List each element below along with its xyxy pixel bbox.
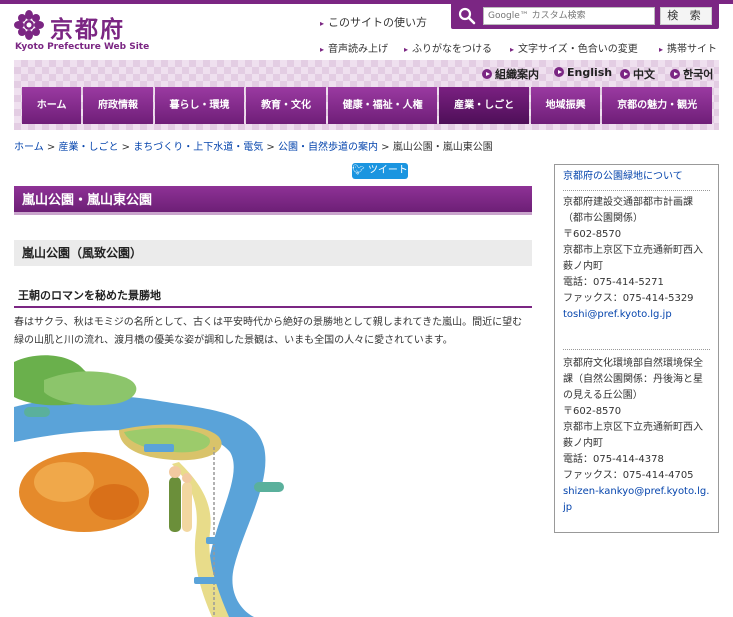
map-label	[254, 482, 284, 492]
bird-icon: 🐦︎	[352, 165, 365, 176]
nav-regional[interactable]: 地域振興	[530, 87, 601, 124]
how-to-use-link[interactable]: このサイトの使い方	[320, 14, 427, 30]
site-logo[interactable]: 京都府 Kyoto Prefecture Web Site	[14, 10, 154, 54]
contact-fax: ファックス：075-414-4705	[563, 470, 694, 481]
page-title: 嵐山公園・嵐山東公園	[14, 186, 532, 215]
lang-korean[interactable]: 한국어	[670, 66, 713, 82]
person-figure-2	[182, 482, 192, 532]
breadcrumb: ホーム > 産業・しごと > まちづくり・上下水道・電気 > 公園・自然歩道の案…	[14, 142, 493, 153]
nav-tourism[interactable]: 京都の魅力・観光	[602, 87, 712, 124]
subsection-title: 王朝のロマンを秘めた景勝地	[14, 287, 532, 308]
read-aloud-link[interactable]: 音声読み上げ	[320, 40, 388, 55]
contact-zip: 〒602-8570	[563, 229, 622, 240]
text-size-link[interactable]: 文字サイズ・色合いの変更	[510, 40, 638, 55]
nav-living[interactable]: 暮らし・環境	[154, 87, 245, 124]
lang-english[interactable]: English	[554, 66, 612, 79]
kyoto-crest-icon	[14, 10, 44, 40]
contact-email-link[interactable]: toshi@pref.kyoto.lg.jp	[563, 309, 672, 320]
contact-tel: 電話：075-414-5271	[563, 277, 664, 288]
nav-government[interactable]: 府政情報	[83, 87, 153, 124]
person-figure	[169, 477, 181, 532]
arrow-circle-icon	[554, 67, 564, 77]
tweet-button[interactable]: 🐦︎ ツイート	[352, 163, 408, 179]
arrow-circle-icon	[670, 69, 680, 79]
lang-chinese[interactable]: 中文	[620, 66, 655, 82]
search-icon	[458, 7, 476, 25]
contact-block-nature: 京都府文化環境部自然環境保全課（自然公園関係：丹後海と星の見える丘公園） 〒60…	[563, 356, 710, 516]
logo-japanese: 京都府	[50, 16, 125, 43]
map-label	[194, 577, 230, 584]
nav-home[interactable]: ホーム	[22, 87, 82, 124]
contact-address: 京都市上京区下立売通新町西入薮ノ内町	[563, 422, 703, 449]
autumn-tree-highlight	[34, 462, 94, 502]
contact-tel: 電話：075-414-4378	[563, 454, 664, 465]
nav-industry[interactable]: 産業・しごと	[439, 87, 529, 124]
contact-email-link[interactable]: shizen-kankyo@pref.kyoto.lg.jp	[563, 486, 709, 513]
map-label	[144, 444, 174, 452]
map-label	[24, 407, 50, 417]
breadcrumb-industry[interactable]: 産業・しごと	[58, 142, 118, 153]
logo-english: Kyoto Prefecture Web Site	[15, 42, 150, 52]
breadcrumb-home[interactable]: ホーム	[14, 142, 44, 153]
nav-education[interactable]: 教育・文化	[246, 87, 326, 124]
person-head	[169, 466, 181, 478]
search-button[interactable]: 検 索	[660, 7, 712, 25]
breadcrumb-urban[interactable]: まちづくり・上下水道・電気	[133, 142, 263, 153]
contact-dept: 京都府建設交通部都市計画課（都市公園関係）	[563, 197, 693, 224]
mobile-site-link[interactable]: 携帯サイト	[659, 40, 717, 55]
breadcrumb-parks[interactable]: 公園・自然歩道の案内	[278, 142, 378, 153]
contact-fax: ファックス：075-414-5329	[563, 293, 694, 304]
divider	[563, 349, 710, 350]
search-input[interactable]	[483, 7, 655, 25]
breadcrumb-current: 嵐山公園・嵐山東公園	[392, 142, 493, 153]
section-title: 嵐山公園（風致公園）	[14, 240, 532, 266]
park-map-image	[14, 355, 284, 617]
contact-sidebar: 京都府の公園緑地について 京都府建設交通部都市計画課（都市公園関係） 〒602-…	[554, 164, 719, 533]
nav-health[interactable]: 健康・福祉・人権	[327, 87, 438, 124]
body-text: 春はサクラ、秋はモミジの名所として、古くは平安時代から絶好の景勝地として親しまれ…	[14, 317, 523, 346]
autumn-tree-shadow	[89, 484, 139, 520]
parks-info-link[interactable]: 京都府の公園緑地について	[563, 169, 710, 191]
person-head-2	[182, 473, 192, 483]
arrow-circle-icon	[620, 69, 630, 79]
arrow-circle-icon	[482, 69, 492, 79]
contact-dept: 京都府文化環境部自然環境保全課（自然公園関係：丹後海と星の見える丘公園）	[563, 358, 703, 401]
contact-zip: 〒602-8570	[563, 406, 622, 417]
lang-organization[interactable]: 組織案内	[482, 66, 539, 82]
contact-address: 京都市上京区下立売通新町西入薮ノ内町	[563, 245, 703, 272]
map-label	[206, 537, 238, 544]
furigana-link[interactable]: ふりがなをつける	[404, 40, 492, 55]
global-navigation: 組織案内 English 中文 한국어 ホーム 府政情報 暮らし・環境 教育・文…	[14, 60, 719, 130]
search-bar: 検 索	[451, 3, 719, 29]
main-menu: ホーム 府政情報 暮らし・環境 教育・文化 健康・福祉・人権 産業・しごと 地域…	[22, 87, 712, 124]
contact-block-urban-planning: 京都府建設交通部都市計画課（都市公園関係） 〒602-8570 京都市上京区下立…	[563, 195, 710, 323]
